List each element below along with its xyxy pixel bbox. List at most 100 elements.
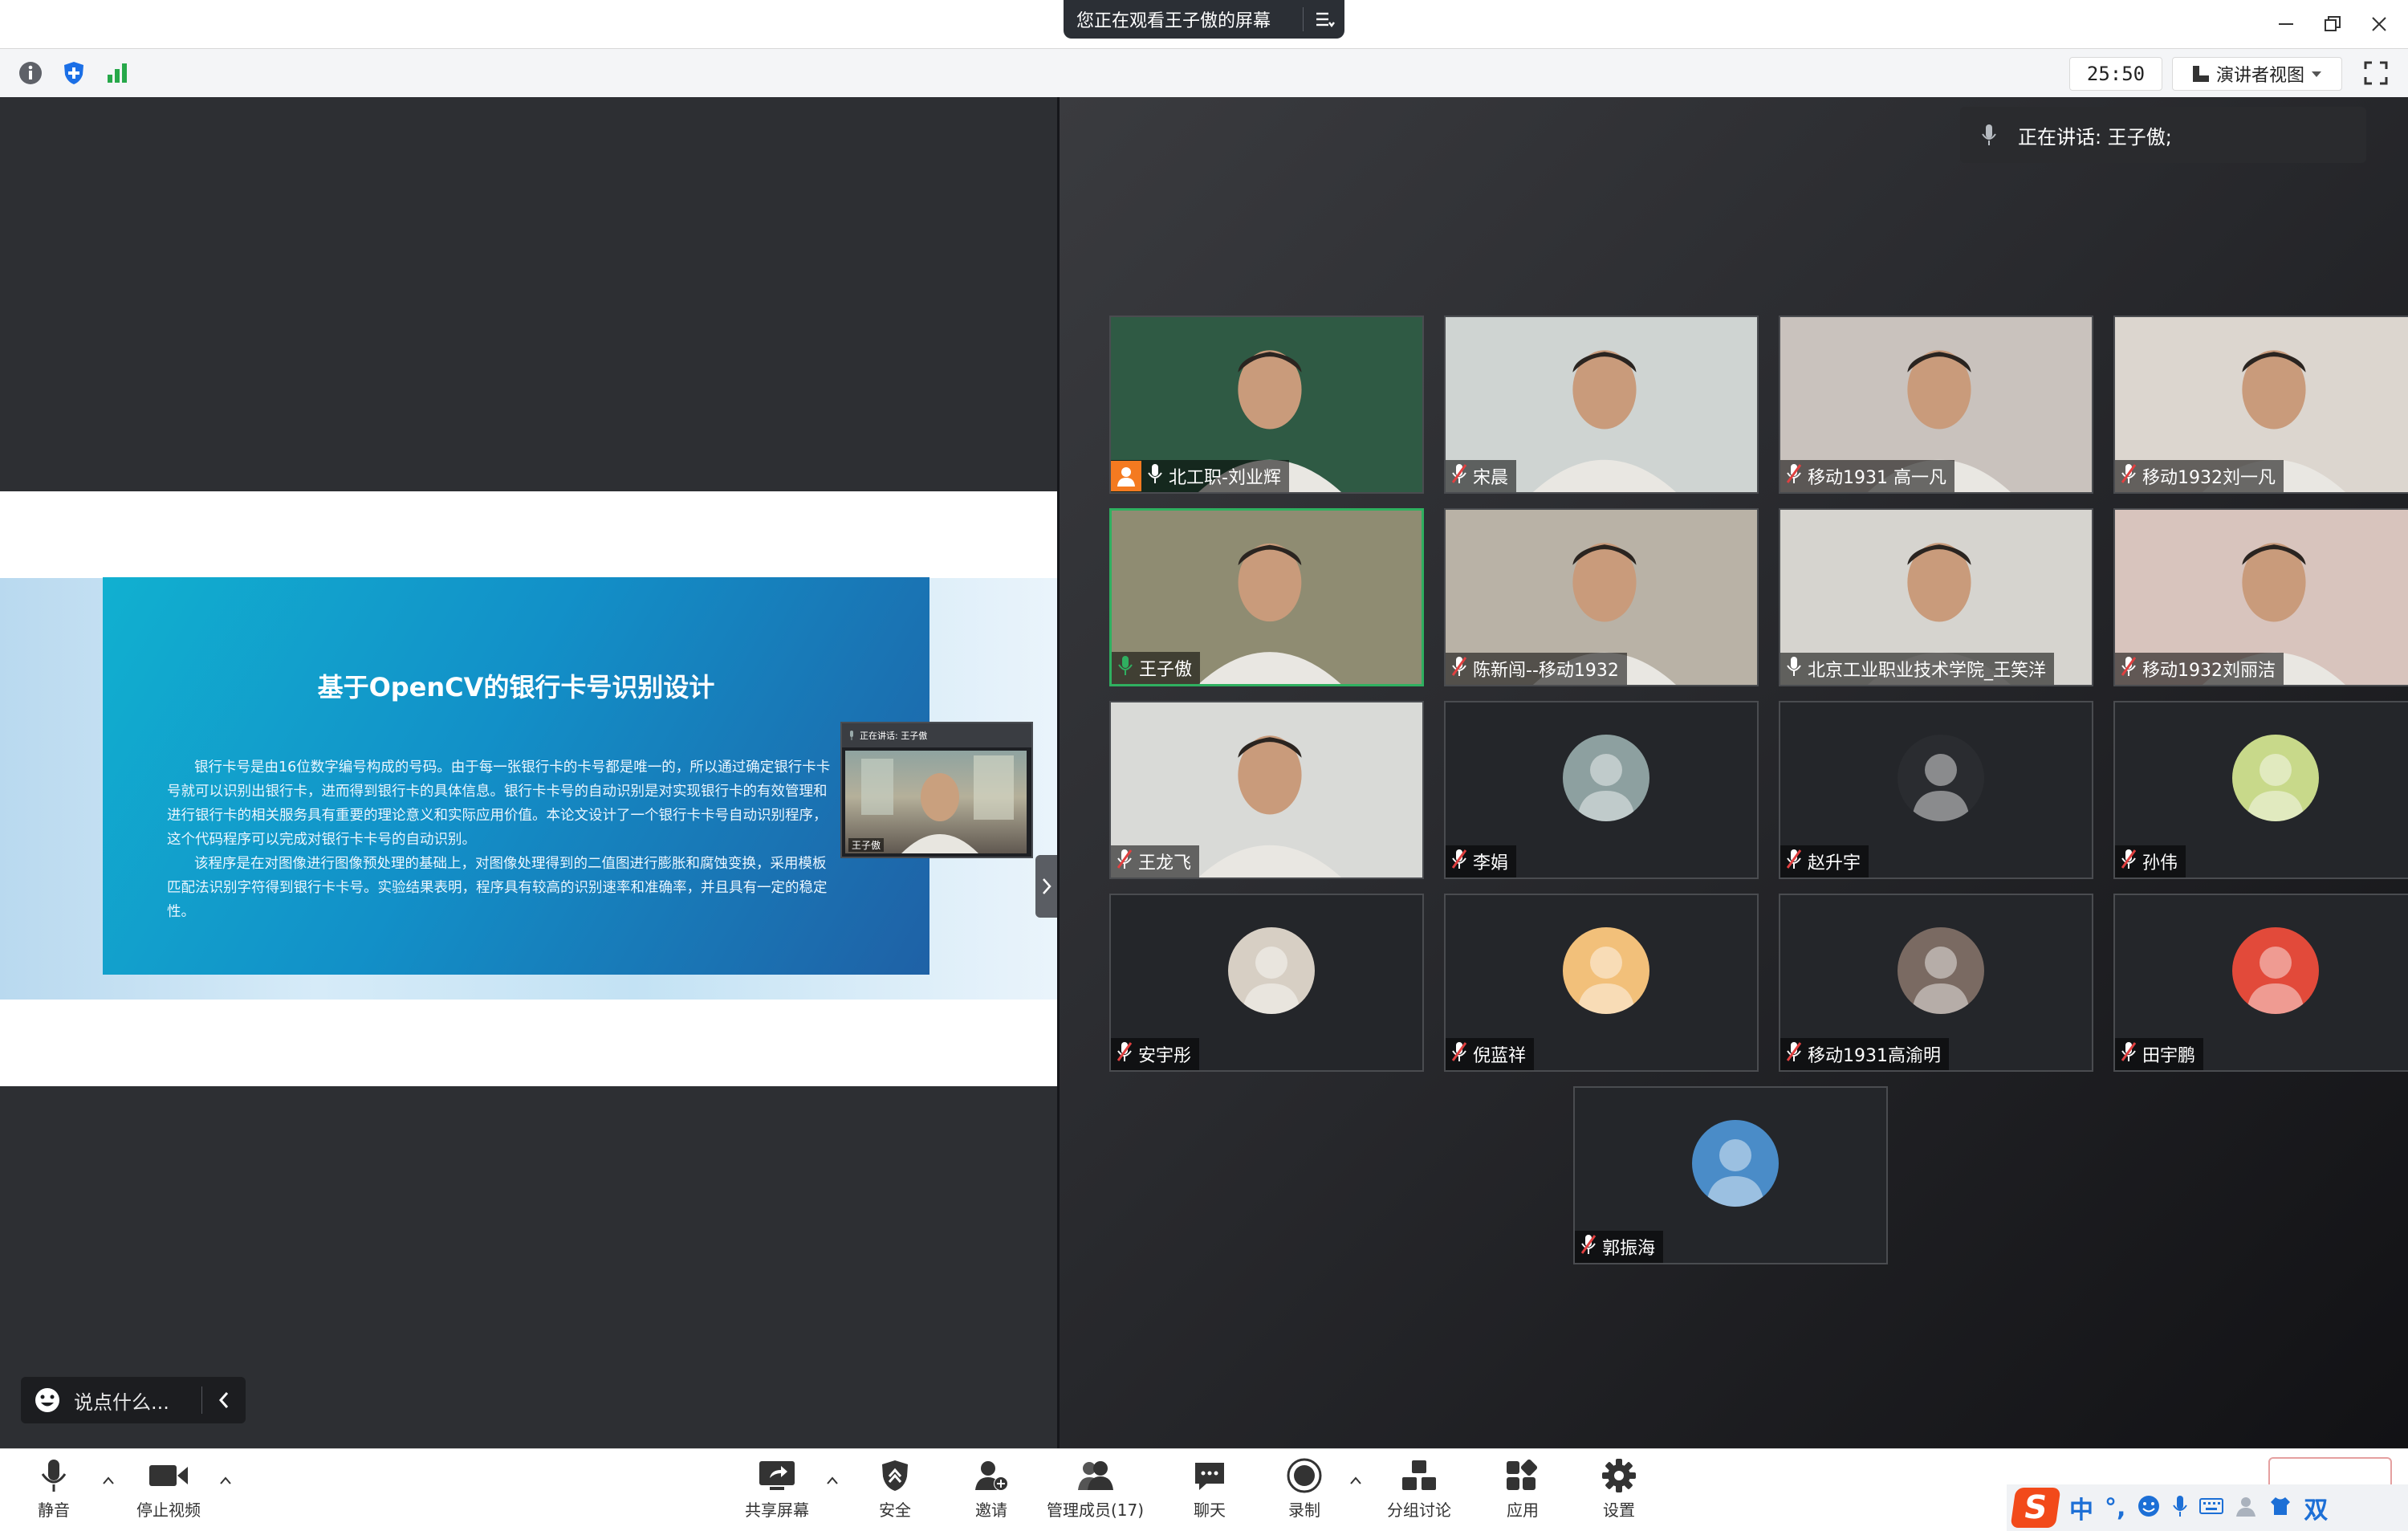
slide-paragraph: 银行卡号是由16位数字编号构成的号码。由于每一张银行卡的卡号都是唯一的，所以通过… [167, 759, 831, 848]
muted-mic-icon [1451, 1041, 1467, 1067]
chevron-left-icon[interactable] [202, 1391, 246, 1410]
fullscreen-icon[interactable] [2360, 57, 2392, 89]
share-screen-button[interactable]: 共享屏幕 [745, 1456, 809, 1521]
participant-tile[interactable]: 赵升宇 [1779, 701, 2093, 879]
ime-emoji-icon[interactable] [2137, 1494, 2161, 1521]
record-options-caret[interactable] [1345, 1470, 1366, 1491]
sogou-logo-icon[interactable]: S [2010, 1488, 2061, 1528]
participant-tile[interactable]: 安宇彤 [1109, 894, 1424, 1072]
signal-strength-icon[interactable] [103, 59, 132, 88]
manage-members-button[interactable]: 管理成员(17) [1047, 1456, 1144, 1521]
microphone-icon [34, 1456, 74, 1496]
stop-video-button[interactable]: 停止视频 [136, 1456, 201, 1521]
ime-skin-icon[interactable] [2268, 1496, 2292, 1520]
participant-tile[interactable]: 移动1931 高一凡 [1779, 316, 2093, 494]
gallery-pane: 正在讲话: 王子傲; 北工职-刘业辉 宋晨 移动1931 高一凡 移动1932刘一凡王… [1060, 97, 2408, 1448]
participant-tile[interactable]: 孙伟 [2113, 701, 2408, 879]
record-button[interactable]: 录制 [1284, 1456, 1324, 1521]
participant-tile[interactable]: 田宇鹏 [2113, 894, 2408, 1072]
video-camera-icon [148, 1456, 189, 1496]
participant-name: 北京工业职业技术学院_王笑洋 [1808, 661, 2047, 681]
participant-label: 安宇彤 [1111, 1038, 1200, 1070]
participant-tile[interactable]: 北工职-刘业辉 [1109, 316, 1424, 494]
security-button[interactable]: 安全 [875, 1456, 915, 1521]
thumbnail-name: 王子傲 [848, 838, 885, 852]
emoji-icon[interactable] [21, 1386, 74, 1414]
participant-tile[interactable]: 李娟 [1444, 701, 1759, 879]
info-icon[interactable] [16, 59, 45, 88]
ime-double-pinyin[interactable]: 双 [2304, 1490, 2328, 1525]
ime-mode-chinese[interactable]: 中 [2069, 1490, 2093, 1525]
participant-tile[interactable]: 北京工业职业技术学院_王笑洋 [1779, 508, 2093, 686]
participant-label: 倪蓝祥 [1446, 1038, 1535, 1070]
participant-tile[interactable]: 王龙飞 [1109, 701, 1424, 879]
thumbnail-header: 正在讲话: 王子傲 [842, 723, 1031, 747]
video-options-caret[interactable] [215, 1470, 236, 1491]
minimize-icon[interactable] [2268, 6, 2304, 42]
participant-name: 赵升宇 [1808, 853, 1861, 873]
participant-tile[interactable]: 移动1932刘一凡 [2113, 316, 2408, 494]
participant-tile[interactable]: 陈新闯--移动1932 [1444, 508, 1759, 686]
meeting-controls: 静音 停止视频 共享屏幕 安全 邀请 管理成员(17) 聊天 录制 分组讨论 应… [0, 1448, 2408, 1531]
muted-mic-icon [1580, 1234, 1597, 1260]
participant-name: 李娟 [1473, 853, 1509, 873]
muted-mic-icon [1117, 849, 1133, 874]
shield-icon [875, 1456, 915, 1496]
apps-label: 应用 [1507, 1500, 1539, 1520]
participant-name: 安宇彤 [1138, 1046, 1192, 1066]
banner-menu-icon[interactable] [1304, 10, 1344, 28]
participant-avatar [1898, 927, 1984, 1014]
participant-tile[interactable]: 宋晨 [1444, 316, 1759, 494]
breakout-rooms-button[interactable]: 分组讨论 [1387, 1456, 1451, 1521]
participant-name: 北工职-刘业辉 [1169, 468, 1281, 488]
apps-button[interactable]: 应用 [1503, 1456, 1543, 1521]
shield-icon[interactable] [59, 59, 88, 88]
ime-punctuation[interactable]: °, [2105, 1494, 2125, 1522]
restore-icon[interactable] [2315, 6, 2350, 42]
ime-voice-icon[interactable] [2172, 1494, 2188, 1521]
quick-chat-box[interactable]: 说点什么... [21, 1377, 246, 1423]
dropdown-caret-icon [2312, 71, 2321, 77]
collapse-panel-button[interactable] [1035, 855, 1058, 918]
participant-label: 移动1932刘丽洁 [2115, 653, 2284, 685]
participant-label: 郭振海 [1575, 1231, 1664, 1263]
title-bar: 您正在观看王子傲的屏幕 [0, 0, 2408, 49]
participant-tile[interactable]: 郭振海 [1573, 1086, 1888, 1264]
chat-button[interactable]: 聊天 [1190, 1456, 1230, 1521]
participant-name: 倪蓝祥 [1473, 1046, 1527, 1066]
participant-label: 王龙飞 [1111, 845, 1200, 877]
participant-tile[interactable]: 王子傲 [1109, 508, 1424, 686]
ime-keyboard-icon[interactable] [2199, 1496, 2224, 1519]
presenter-thumbnail[interactable]: 正在讲话: 王子傲 王子傲 [840, 722, 1033, 858]
participant-tile[interactable]: 移动1931高渝明 [1779, 894, 2093, 1072]
participant-name: 移动1931 高一凡 [1808, 468, 1946, 488]
audio-options-caret[interactable] [98, 1470, 119, 1491]
speaker-view-icon [2192, 66, 2209, 82]
participant-name: 移动1931高渝明 [1808, 1046, 1941, 1066]
ime-user-icon[interactable] [2235, 1495, 2257, 1521]
speaking-text: 正在讲话: 王子傲; [2018, 125, 2172, 149]
chat-label: 聊天 [1194, 1500, 1226, 1520]
close-icon[interactable] [2361, 6, 2397, 42]
share-options-caret[interactable] [822, 1470, 843, 1491]
participant-name: 孙伟 [2142, 853, 2178, 873]
meeting-toolbar: 25:50 演讲者视图 [0, 49, 2408, 98]
chat-bubble-icon [1190, 1456, 1230, 1496]
chat-input[interactable]: 说点什么... [74, 1386, 201, 1415]
ime-status-bar: S 中 °, 双 [2007, 1484, 2408, 1531]
mute-button[interactable]: 静音 [34, 1456, 74, 1521]
view-mode-button[interactable]: 演讲者视图 [2172, 57, 2342, 91]
record-label: 录制 [1288, 1500, 1320, 1520]
manage-members-label: 管理成员(17) [1047, 1500, 1145, 1520]
banner-text: 您正在观看王子傲的屏幕 [1076, 11, 1271, 31]
muted-mic-icon [1451, 849, 1467, 874]
stop-video-label: 停止视频 [136, 1500, 201, 1520]
participant-tile[interactable]: 倪蓝祥 [1444, 894, 1759, 1072]
invite-button[interactable]: 邀请 [971, 1456, 1011, 1521]
participant-avatar [1563, 927, 1649, 1014]
screen-share-banner[interactable]: 您正在观看王子傲的屏幕 [1064, 0, 1344, 39]
settings-button[interactable]: 设置 [1599, 1456, 1639, 1521]
gear-icon [1599, 1456, 1639, 1496]
microphone-icon [1787, 656, 1801, 682]
participant-tile[interactable]: 移动1932刘丽洁 [2113, 508, 2408, 686]
